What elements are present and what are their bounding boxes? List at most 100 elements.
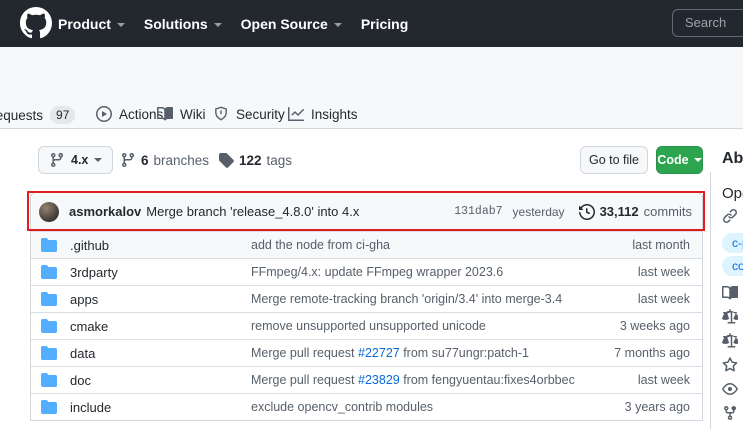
commit-date: last month bbox=[632, 238, 690, 252]
table-row-doc[interactable]: doc Merge pull request #23829 from fengy… bbox=[31, 366, 702, 393]
chevron-down-icon bbox=[333, 22, 342, 27]
play-icon bbox=[96, 106, 112, 122]
commit-sha-link[interactable]: 131dab7 bbox=[454, 205, 502, 218]
fork-icon[interactable] bbox=[722, 405, 738, 421]
issue-link[interactable]: #23829 bbox=[358, 373, 400, 387]
eye-icon[interactable] bbox=[722, 381, 738, 397]
issue-link[interactable]: #22727 bbox=[358, 346, 400, 360]
tab-security[interactable]: Security bbox=[207, 100, 291, 128]
chevron-down-icon bbox=[213, 22, 222, 27]
file-name-link[interactable]: .github bbox=[70, 238, 251, 253]
tab-pull-requests[interactable]: Pull requests 97 bbox=[0, 100, 81, 130]
github-logo-icon[interactable] bbox=[20, 7, 52, 39]
graph-icon bbox=[288, 107, 304, 121]
folder-icon bbox=[41, 346, 57, 360]
tags-label: tags bbox=[266, 152, 293, 168]
commit-date: 3 weeks ago bbox=[619, 319, 690, 333]
message-text: from su77ungr:patch-1 bbox=[399, 346, 529, 360]
star-icon[interactable] bbox=[722, 357, 738, 373]
repo-header-band: Pull requests 97 Actions Wiki Security I… bbox=[0, 47, 743, 129]
table-row-apps[interactable]: apps Merge remote-tracking branch 'origi… bbox=[31, 285, 702, 312]
folder-icon bbox=[41, 238, 57, 252]
file-name-link[interactable]: include bbox=[70, 400, 251, 415]
tab-security-label: Security bbox=[236, 106, 285, 122]
message-text: FFmpeg/4.x: update FFmpeg wrapper 2023.6 bbox=[251, 265, 504, 279]
commits-history-link[interactable]: 33,112 commits bbox=[578, 203, 692, 220]
table-row-cmake[interactable]: cmake remove unsupported unsupported uni… bbox=[31, 312, 702, 339]
header-nav: Product Solutions Open Source Pricing bbox=[58, 0, 408, 47]
commit-message-cell[interactable]: remove unsupported unsupported unicode bbox=[251, 319, 612, 333]
commit-message-cell[interactable]: FFmpeg/4.x: update FFmpeg wrapper 2023.6 bbox=[251, 265, 630, 279]
folder-icon bbox=[41, 265, 57, 279]
nav-pricing[interactable]: Pricing bbox=[361, 16, 408, 32]
tab-wiki-label: Wiki bbox=[180, 106, 206, 122]
folder-icon bbox=[41, 292, 57, 306]
pull-requests-count-badge: 97 bbox=[50, 106, 76, 124]
commit-date: last week bbox=[637, 292, 690, 306]
chevron-down-icon bbox=[94, 158, 103, 162]
table-row-include[interactable]: include exclude opencv_contrib modules 3… bbox=[31, 393, 702, 420]
file-name-link[interactable]: apps bbox=[70, 292, 251, 307]
law-scales-icon[interactable] bbox=[722, 333, 741, 349]
topic-pill[interactable]: c-plus-plus bbox=[722, 233, 743, 253]
commit-message-cell[interactable]: add the node from ci-gha bbox=[251, 238, 624, 252]
tab-insights[interactable]: Insights bbox=[282, 100, 364, 128]
commit-date: last week bbox=[637, 265, 690, 279]
code-button[interactable]: Code bbox=[656, 146, 703, 174]
file-name-link[interactable]: doc bbox=[70, 373, 251, 388]
nav-solutions-label: Solutions bbox=[143, 15, 208, 32]
folder-icon bbox=[41, 400, 57, 414]
branches-label: branches bbox=[153, 152, 210, 168]
commits-label: commits bbox=[643, 204, 692, 219]
commit-message-cell[interactable]: Merge pull request #22727 from su77ungr:… bbox=[251, 346, 606, 360]
branches-link[interactable]: 6 branches bbox=[120, 146, 209, 174]
commits-count: 33,112 bbox=[599, 204, 639, 219]
message-text: add the node from ci-gha bbox=[251, 238, 390, 252]
tab-pull-requests-label: Pull requests bbox=[0, 107, 44, 123]
chevron-down-icon bbox=[693, 158, 702, 162]
latest-commit-bar: asmorkalov Merge branch 'release_4.8.0' … bbox=[31, 193, 702, 231]
commit-date: 7 months ago bbox=[614, 346, 690, 360]
message-text: Merge remote-tracking branch 'origin/3.4… bbox=[251, 292, 563, 306]
book-icon bbox=[157, 106, 173, 121]
sidebar-divider bbox=[710, 172, 711, 429]
nav-solutions[interactable]: Solutions bbox=[144, 16, 222, 32]
repo-description: Open Source Computer Vision Library bbox=[722, 185, 743, 202]
table-row-github[interactable]: .github add the node from ci-gha last mo… bbox=[31, 231, 702, 258]
message-text: from fengyuentau:fixes4orbbec bbox=[399, 373, 575, 387]
law-scales-icon[interactable] bbox=[722, 309, 741, 325]
file-name-link[interactable]: cmake bbox=[70, 319, 251, 334]
tags-count: 122 bbox=[239, 152, 262, 168]
nav-product[interactable]: Product bbox=[58, 16, 125, 32]
search-placeholder: Search bbox=[685, 15, 727, 30]
chevron-down-icon bbox=[116, 22, 125, 27]
folder-icon bbox=[41, 373, 57, 387]
search-input[interactable]: Search bbox=[672, 9, 743, 37]
site-header: Product Solutions Open Source Pricing Se… bbox=[0, 0, 743, 47]
commit-author-avatar[interactable] bbox=[39, 201, 59, 222]
commit-author-link[interactable]: asmorkalov bbox=[69, 204, 141, 219]
commit-date: 3 years ago bbox=[624, 400, 690, 414]
tab-wiki[interactable]: Wiki bbox=[151, 100, 212, 128]
table-row-3rdparty[interactable]: 3rdparty FFmpeg/4.x: update FFmpeg wrapp… bbox=[31, 258, 702, 285]
topic-pill[interactable]: computer-vision bbox=[722, 256, 743, 276]
commit-message-cell[interactable]: Merge remote-tracking branch 'origin/3.4… bbox=[251, 292, 630, 306]
go-to-file-label: Go to file bbox=[588, 153, 640, 167]
link-icon[interactable] bbox=[722, 208, 738, 224]
history-icon bbox=[578, 203, 595, 220]
nav-pricing-label: Pricing bbox=[360, 15, 409, 32]
tags-link[interactable]: 122 tags bbox=[218, 146, 292, 174]
commit-message-cell[interactable]: Merge pull request #23829 from fengyuent… bbox=[251, 373, 630, 387]
commit-message-link[interactable]: Merge branch 'release_4.8.0' into 4.x bbox=[146, 204, 359, 219]
nav-open-source[interactable]: Open Source bbox=[241, 16, 342, 32]
table-row-data[interactable]: data Merge pull request #22727 from su77… bbox=[31, 339, 702, 366]
folder-icon bbox=[41, 319, 57, 333]
go-to-file-button[interactable]: Go to file bbox=[580, 146, 648, 174]
readme-book-icon[interactable] bbox=[722, 285, 739, 301]
message-text: Merge pull request bbox=[251, 346, 359, 360]
branch-selector-button[interactable]: 4.x bbox=[38, 146, 114, 174]
message-text: Merge pull request bbox=[251, 373, 359, 387]
file-name-link[interactable]: data bbox=[70, 346, 251, 361]
commit-message-cell[interactable]: exclude opencv_contrib modules bbox=[251, 400, 617, 414]
file-name-link[interactable]: 3rdparty bbox=[70, 265, 251, 280]
